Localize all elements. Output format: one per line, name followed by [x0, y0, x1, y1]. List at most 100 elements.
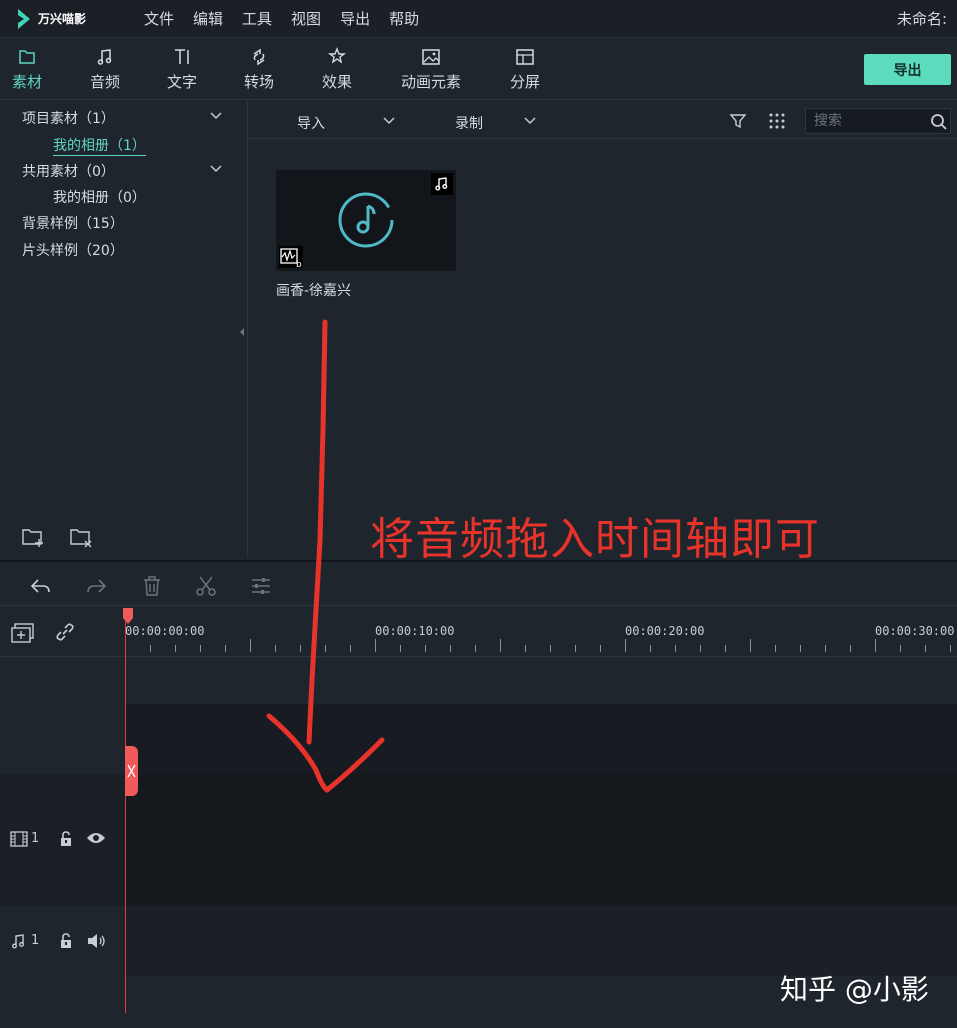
image-icon — [422, 49, 440, 65]
media-item-thumbnail[interactable]: b — [276, 170, 456, 271]
library-shared-album[interactable]: 我的相册（0） — [53, 187, 146, 207]
transition-icon — [253, 48, 265, 66]
menu-export[interactable]: 导出 — [340, 8, 370, 29]
text-icon — [175, 49, 189, 64]
video-track-number: 1 — [31, 831, 40, 846]
tab-transition[interactable]: 转场 — [240, 38, 278, 100]
chevron-down-icon[interactable] — [209, 164, 223, 174]
menu-file[interactable]: 文件 — [144, 8, 174, 29]
track-audio-1[interactable] — [125, 906, 957, 976]
export-button[interactable]: 导出 — [864, 54, 951, 85]
filter-icon[interactable] — [729, 112, 747, 130]
adjust-icon[interactable] — [249, 574, 273, 598]
track-header-empty — [0, 658, 125, 704]
waveform-icon: b — [280, 248, 302, 270]
menu-view[interactable]: 视图 — [291, 8, 321, 29]
library-panel: 项目素材（1） 我的相册（1） 共用素材（0） 我的相册（0） 背景样例（15）… — [0, 101, 248, 558]
film-icon — [10, 831, 28, 847]
add-track-icon[interactable] — [10, 622, 36, 644]
watermark: 知乎 @小影 — [780, 973, 929, 1006]
new-folder-icon[interactable] — [20, 526, 46, 548]
audio-track-number: 1 — [31, 933, 40, 948]
delete-folder-icon[interactable] — [68, 526, 94, 548]
audio-badge — [431, 173, 453, 195]
annotation-text: 将音频拖入时间轴即可 — [370, 514, 820, 565]
scissors-icon[interactable] — [194, 574, 218, 598]
media-library: b 画香-徐嘉兴 — [249, 139, 957, 558]
music-note-icon — [435, 177, 448, 191]
tab-split-screen[interactable]: 分屏 — [506, 38, 544, 100]
speaker-icon[interactable] — [86, 933, 106, 949]
tab-media[interactable]: 素材 — [8, 38, 46, 100]
timeline-ruler[interactable]: 00:00:00:00 00:00:10:00 00:00:20:00 00:0… — [125, 607, 957, 657]
tab-effects-label: 效果 — [321, 73, 352, 91]
track-overlay[interactable] — [125, 704, 957, 774]
link-icon[interactable] — [54, 621, 76, 643]
chevron-down-icon[interactable] — [209, 111, 223, 121]
library-title-samples[interactable]: 片头样例（20） — [22, 240, 124, 260]
track-video-1[interactable] — [125, 774, 957, 906]
menu-help[interactable]: 帮助 — [389, 8, 419, 29]
effects-icon — [327, 47, 347, 64]
track-header-audio: 1 — [0, 906, 125, 976]
grid-view-icon[interactable] — [768, 112, 786, 130]
ruler-label: 00:00:10:00 — [375, 624, 455, 638]
trash-icon[interactable] — [140, 574, 164, 598]
search-box — [805, 108, 951, 134]
track-empty-top — [125, 658, 957, 704]
collapse-left-icon[interactable] — [238, 326, 246, 338]
tab-audio[interactable]: 音频 — [86, 38, 124, 100]
library-shared-media[interactable]: 共用素材（0） — [22, 161, 115, 181]
playhead-line[interactable] — [125, 617, 126, 1013]
tab-split-screen-label: 分屏 — [509, 73, 540, 91]
eye-icon[interactable] — [86, 831, 106, 845]
music-note-icon — [97, 49, 112, 65]
module-tabs: 素材 音频 文字 转场 效果 动画元素 分屏 导出 — [0, 38, 957, 100]
tab-transition-label: 转场 — [243, 73, 274, 91]
ruler-ticks — [125, 639, 951, 652]
app-logo-icon — [18, 8, 30, 29]
tab-text-label: 文字 — [166, 73, 197, 91]
tab-audio-label: 音频 — [89, 73, 120, 91]
menu-bar: 万兴喵影 文件 编辑 工具 视图 导出 帮助 未命名: — [0, 0, 957, 38]
undo-icon[interactable] — [29, 574, 53, 598]
track-header-video: 1 — [0, 774, 125, 906]
tab-text[interactable]: 文字 — [163, 38, 201, 100]
music-note-icon — [12, 934, 24, 949]
library-project-album[interactable]: 我的相册（1） — [53, 135, 146, 156]
tab-effects[interactable]: 效果 — [318, 38, 356, 100]
search-input[interactable] — [814, 112, 924, 130]
ruler-label: 00:00:30:00 — [875, 624, 955, 638]
menu-tools[interactable]: 工具 — [242, 8, 272, 29]
lock-open-icon[interactable] — [58, 933, 74, 949]
tab-media-label: 素材 — [11, 73, 42, 91]
record-dropdown[interactable]: 录制 — [455, 113, 483, 133]
music-disc-icon — [338, 192, 394, 248]
chevron-down-icon[interactable] — [382, 116, 396, 126]
media-toolbar: 导入 录制 — [249, 101, 957, 139]
library-project-media[interactable]: 项目素材（1） — [22, 108, 115, 128]
ruler-label: 00:00:00:00 — [125, 624, 205, 638]
ruler-label: 00:00:20:00 — [625, 624, 705, 638]
lock-open-icon[interactable] — [58, 831, 74, 847]
tab-animation[interactable]: 动画元素 — [396, 38, 466, 100]
import-dropdown[interactable]: 导入 — [297, 113, 325, 133]
search-icon[interactable] — [930, 113, 948, 131]
app-name: 万兴喵影 — [38, 12, 87, 26]
svg-text:b: b — [296, 260, 302, 268]
track-header-overlay — [0, 704, 125, 774]
library-background-samples[interactable]: 背景样例（15） — [22, 213, 124, 233]
document-title: 未命名: — [896, 10, 947, 28]
timeline-header — [0, 607, 125, 657]
redo-icon[interactable] — [84, 574, 108, 598]
folder-icon — [19, 50, 35, 64]
playhead-handle[interactable] — [123, 608, 133, 624]
chevron-down-icon[interactable] — [523, 116, 537, 126]
playhead-split-marker[interactable] — [125, 746, 138, 796]
waveform-badge: b — [279, 246, 303, 270]
menu-edit[interactable]: 编辑 — [193, 8, 223, 29]
tab-animation-label: 动画元素 — [400, 73, 461, 91]
app-logo: 万兴喵影 — [16, 8, 134, 29]
split-screen-icon — [516, 49, 534, 65]
track-header-bottom — [0, 976, 125, 1028]
